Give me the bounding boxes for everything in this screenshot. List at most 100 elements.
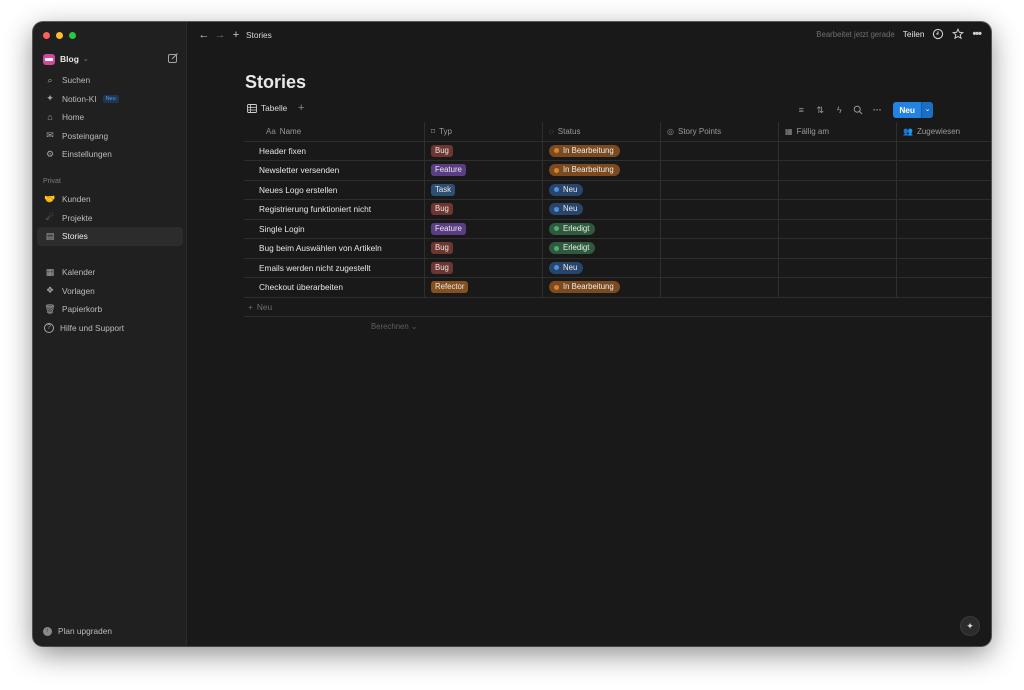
minimize-window-button[interactable] [56,32,63,39]
due-date-cell[interactable] [779,200,897,219]
assignee-cell[interactable] [897,142,991,161]
story-points-cell[interactable] [661,219,779,238]
add-view-icon[interactable]: + [298,102,304,114]
table-row[interactable]: Newsletter versenden Feature In Bearbeitun… [244,161,991,181]
story-points-cell[interactable] [661,141,779,160]
assignee-cell[interactable] [897,161,991,180]
assignee-cell[interactable] [897,181,991,200]
column-header-status[interactable]: ◌ Status [543,122,661,141]
zoom-window-button[interactable] [69,32,76,39]
breadcrumb[interactable]: Stories [246,30,272,40]
story-name[interactable]: Emails werden nicht zugestellt [244,258,425,277]
plus-icon[interactable]: + [228,29,244,41]
assignee-cell[interactable] [897,239,991,258]
story-name[interactable]: Bug beim Auswählen von Artikeln [244,239,425,258]
story-points-cell[interactable] [661,180,779,199]
assignee-cell[interactable] [897,220,991,239]
sidebar-item-einstellungen[interactable]: ⚙ Einstellungen [37,145,183,164]
sidebar-item-suchen[interactable]: ⌕ Suchen [37,71,183,90]
clock-icon[interactable] [932,28,944,40]
workspace-switcher[interactable]: Blog ⌄ [43,51,179,67]
status-cell[interactable]: Neu [543,258,661,277]
due-date-cell[interactable] [779,258,897,277]
due-date-cell[interactable] [779,219,897,238]
status-cell[interactable]: In Bearbeitung [543,161,661,180]
type-cell[interactable]: Task [425,180,543,199]
table-row[interactable]: Checkout überarbeiten Refector In Bearbeit… [244,278,991,298]
sidebar-item-posteingang[interactable]: ✉ Posteingang [37,127,183,146]
due-date-cell[interactable] [779,141,897,160]
story-points-cell[interactable] [661,161,779,180]
table-row[interactable]: Single Login Feature Erledigt [244,219,991,239]
type-cell[interactable]: Feature [425,219,543,238]
story-points-cell[interactable] [661,239,779,258]
assignee-cell[interactable] [897,259,991,278]
assignee-cell[interactable] [897,278,991,297]
more-view-options-icon[interactable]: ··· [872,105,882,115]
column-header-typ[interactable]: ⌑ Typ [425,122,543,141]
column-header-zugewiesen[interactable]: 👥 Zugewiesen [897,122,991,141]
forward-arrow-icon[interactable]: → [212,29,228,41]
new-entry-button[interactable]: Neu ⌄ [893,102,933,118]
sidebar-item-stories[interactable]: ▤ Stories [37,227,183,246]
story-points-cell[interactable] [661,278,779,297]
story-name[interactable]: Single Login [244,219,425,238]
sidebar-item-home[interactable]: ⌂ Home [37,108,183,127]
story-name[interactable]: Header fixen [244,141,425,160]
due-date-cell[interactable] [779,239,897,258]
column-header-fällig-am[interactable]: ▦ Fällig am [779,122,897,141]
tab-table-view[interactable]: Tabelle [247,103,287,113]
more-options-icon[interactable]: ••• [972,28,982,40]
sidebar-item-kalender[interactable]: ▦ Kalender [37,263,183,282]
story-name[interactable]: Newsletter versenden [244,161,425,180]
due-date-cell[interactable] [779,161,897,180]
back-arrow-icon[interactable]: ← [196,29,212,41]
table-row[interactable]: Neues Logo erstellen Task Neu [244,180,991,200]
sidebar-item-projekte[interactable]: ☄ Projekte [37,209,183,228]
story-name[interactable]: Registrierung funktioniert nicht [244,200,425,219]
status-cell[interactable]: Erledigt [543,239,661,258]
status-cell[interactable]: In Bearbeitung [543,278,661,297]
type-cell[interactable]: Bug [425,200,543,219]
type-cell[interactable]: Bug [425,141,543,160]
status-cell[interactable]: Erledigt [543,219,661,238]
calculate-button[interactable]: Berechnen ⌄ [371,322,417,331]
table-row[interactable]: Emails werden nicht zugestellt Bug Neu [244,258,991,278]
column-header-story-points[interactable]: ◎ Story Points [661,122,779,141]
assignee-cell[interactable] [897,200,991,219]
sidebar-item-hilfe-und-support[interactable]: ? Hilfe und Support [37,319,183,338]
table-row[interactable]: Header fixen Bug In Bearbeitung [244,141,991,161]
table-row[interactable]: Bug beim Auswählen von Artikeln Bug Erledi… [244,239,991,259]
type-cell[interactable]: Bug [425,258,543,277]
sidebar-item-vorlagen[interactable]: ❖ Vorlagen [37,282,183,301]
search-icon[interactable] [853,105,863,115]
due-date-cell[interactable] [779,278,897,297]
story-name[interactable]: Checkout überarbeiten [244,278,425,297]
filter-icon[interactable]: ≡ [796,105,806,115]
due-date-cell[interactable] [779,180,897,199]
sidebar-item-papierkorb[interactable]: 🗑 Papierkorb [37,300,183,319]
sort-icon[interactable]: ⇅ [815,105,825,116]
share-button[interactable]: Teilen [903,29,925,39]
chevron-down-icon[interactable]: ⌄ [921,102,933,118]
column-header-name[interactable]: Aa Name [244,122,425,141]
type-cell[interactable]: Bug [425,239,543,258]
star-icon[interactable] [952,28,965,40]
sidebar-item-kunden[interactable]: 🤝 Kunden [37,190,183,209]
close-window-button[interactable] [43,32,50,39]
status-cell[interactable]: Neu [543,180,661,199]
status-cell[interactable]: In Bearbeitung [543,141,661,160]
type-cell[interactable]: Feature [425,161,543,180]
ai-assistant-button[interactable]: ✦ [960,616,980,636]
table-row[interactable]: Registrierung funktioniert nicht Bug Neu [244,200,991,220]
automation-icon[interactable]: ϟ [834,105,844,115]
story-points-cell[interactable] [661,200,779,219]
status-cell[interactable]: Neu [543,200,661,219]
new-page-icon[interactable] [167,52,179,64]
type-cell[interactable]: Refector [425,278,543,297]
add-row-button[interactable]: + Neu [244,298,991,317]
story-points-cell[interactable] [661,258,779,277]
upgrade-plan-button[interactable]: ↑ Plan upgraden [43,626,112,636]
sidebar-item-notion-ki[interactable]: ✦ Notion-KI Neu [37,90,183,109]
story-name[interactable]: Neues Logo erstellen [244,180,425,199]
